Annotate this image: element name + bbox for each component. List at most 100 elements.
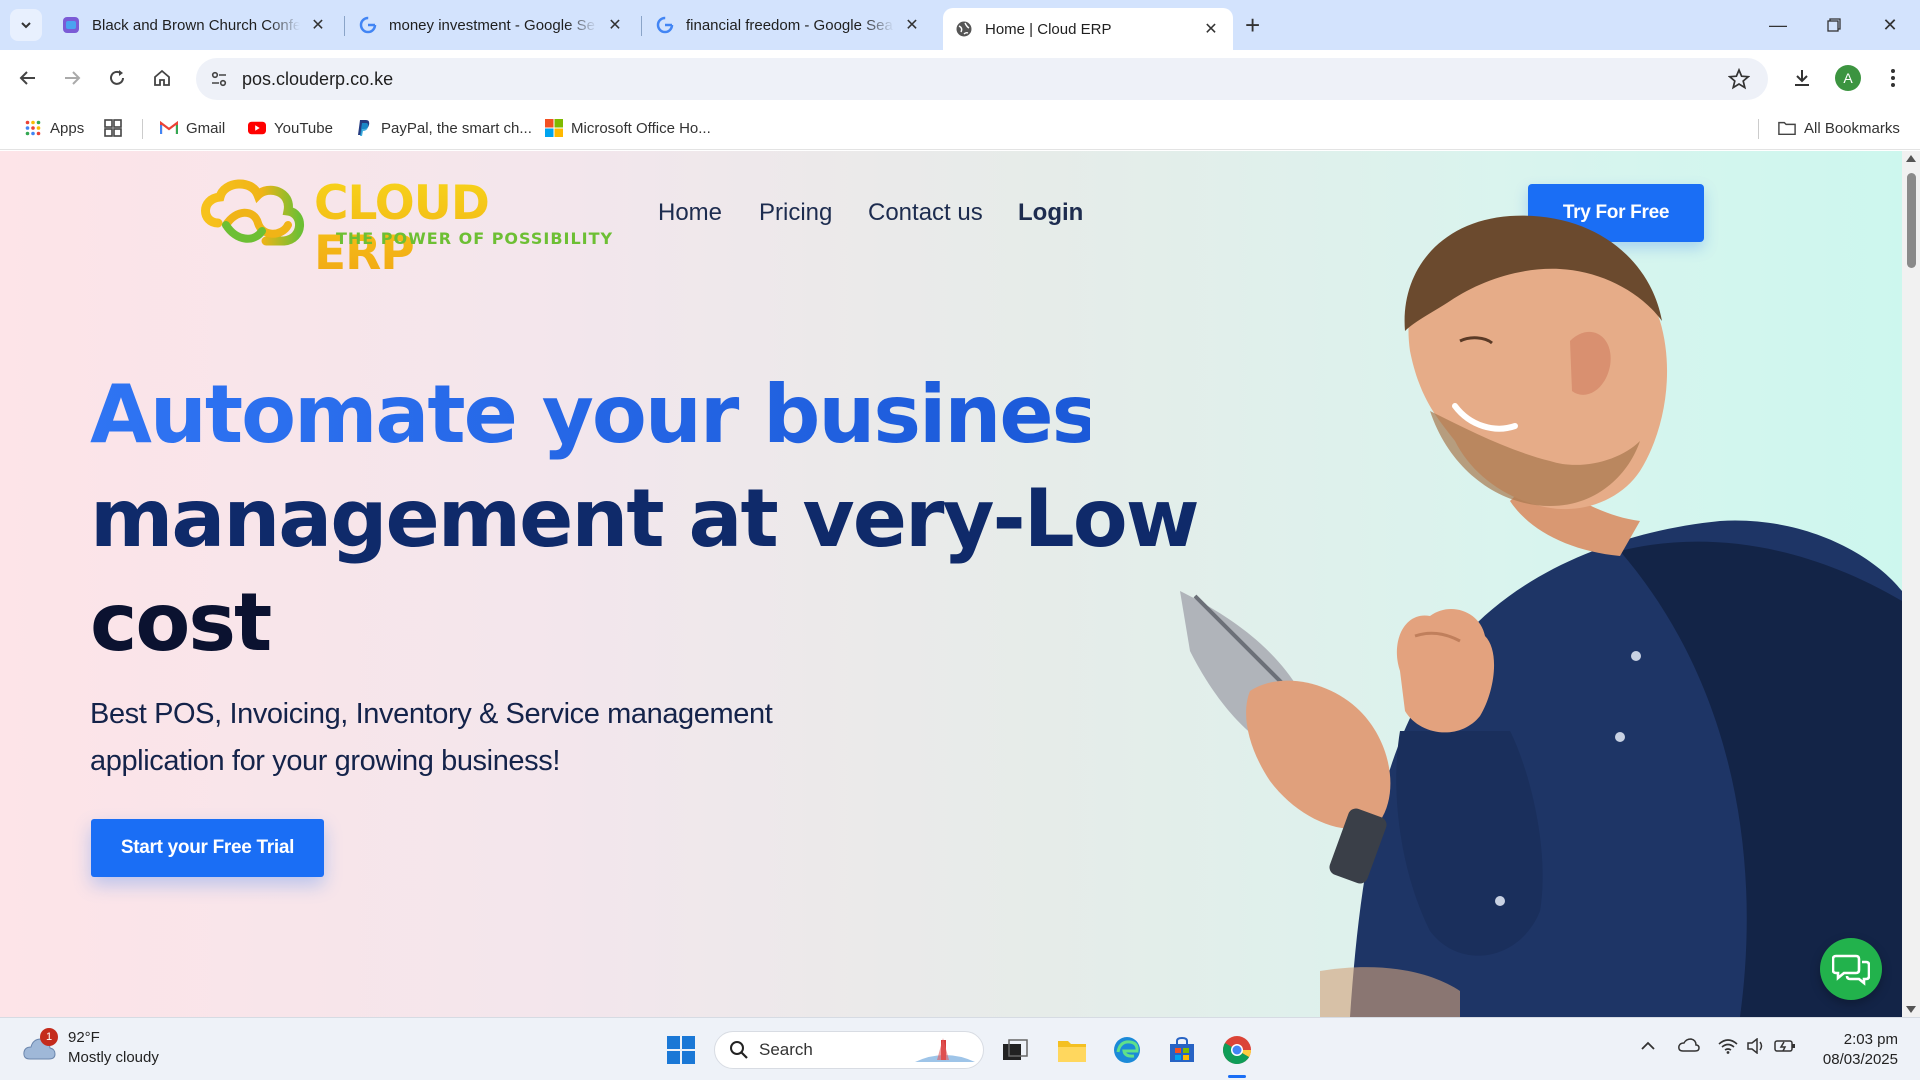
weather-widget[interactable]: 1 92°F Mostly cloudy bbox=[22, 1028, 159, 1068]
bookmark-tab-groups[interactable] bbox=[104, 116, 130, 140]
close-icon: ✕ bbox=[1882, 14, 1898, 35]
apps-grid-icon bbox=[24, 119, 42, 137]
weather-condition: Mostly cloudy bbox=[68, 1049, 159, 1066]
scroll-up-arrow-icon[interactable] bbox=[1906, 155, 1916, 162]
restore-button[interactable] bbox=[1806, 0, 1862, 50]
onedrive-cloud-icon[interactable] bbox=[1678, 1038, 1700, 1055]
cloud-infinity-logo-icon bbox=[201, 179, 304, 246]
close-tab-icon[interactable]: ✕ bbox=[605, 15, 625, 35]
logo-tagline: THE POWER OF POSSIBILITY bbox=[336, 229, 614, 248]
close-tab-icon[interactable]: ✕ bbox=[902, 15, 922, 35]
edge-browser-button[interactable] bbox=[1107, 1030, 1147, 1070]
microsoft-store-button[interactable] bbox=[1162, 1030, 1202, 1070]
tab-separator bbox=[344, 16, 345, 36]
site-info-icon[interactable] bbox=[204, 64, 234, 94]
start-free-trial-button[interactable]: Start your Free Trial bbox=[91, 819, 324, 877]
chat-bubbles-icon bbox=[1832, 954, 1870, 986]
chat-button[interactable] bbox=[1820, 938, 1882, 1000]
wifi-icon[interactable] bbox=[1718, 1038, 1738, 1057]
back-button[interactable] bbox=[10, 60, 46, 96]
more-vertical-icon bbox=[1891, 69, 1895, 87]
bookmark-star-icon[interactable] bbox=[1727, 67, 1751, 95]
browser-tab-active[interactable]: Home | Cloud ERP ✕ bbox=[943, 8, 1233, 50]
minimize-icon: — bbox=[1769, 14, 1787, 35]
hero-man-with-phone-image bbox=[1180, 215, 1902, 1017]
search-icon bbox=[730, 1041, 748, 1059]
browser-tab[interactable]: Black and Brown Church Confer ✕ bbox=[50, 8, 340, 42]
new-tab-button[interactable]: + bbox=[1245, 12, 1260, 38]
bookmark-gmail[interactable]: Gmail bbox=[160, 116, 225, 140]
url-text: pos.clouderp.co.ke bbox=[242, 68, 394, 89]
hero-title-line-3: cost bbox=[90, 576, 272, 669]
address-bar[interactable]: pos.clouderp.co.ke bbox=[196, 58, 1768, 100]
search-highlight-illustration-icon bbox=[915, 1038, 975, 1062]
scroll-down-arrow-icon[interactable] bbox=[1906, 1006, 1916, 1013]
close-tab-icon[interactable]: ✕ bbox=[1201, 19, 1221, 39]
hero-title-line-1: Automate your business bbox=[90, 363, 1145, 467]
windows-taskbar: 1 92°F Mostly cloudy Search 2:03 pm 08/0… bbox=[0, 1017, 1920, 1080]
reload-button[interactable] bbox=[99, 60, 135, 96]
battery-charging-icon[interactable] bbox=[1774, 1038, 1796, 1057]
weather-notification-badge: 1 bbox=[40, 1028, 58, 1046]
google-icon bbox=[656, 16, 674, 34]
browser-tab[interactable]: financial freedom - Google Sea ✕ bbox=[644, 8, 934, 42]
arrow-right-icon bbox=[65, 71, 81, 85]
clock-time: 2:03 pm bbox=[1843, 1031, 1898, 1048]
profile-avatar[interactable]: A bbox=[1835, 65, 1861, 91]
tab-title: Home | Cloud ERP bbox=[985, 20, 1112, 38]
nav-login[interactable]: Login bbox=[1018, 199, 1083, 227]
nav-home[interactable]: Home bbox=[658, 199, 722, 227]
microsoft-icon bbox=[545, 119, 563, 137]
minimize-button[interactable]: — bbox=[1750, 0, 1806, 50]
hero-title: Automate your business management at ver… bbox=[90, 363, 1200, 675]
chrome-icon bbox=[1223, 1036, 1251, 1064]
nav-contact-us[interactable]: Contact us bbox=[868, 199, 983, 227]
show-hidden-icons-chevron-icon[interactable] bbox=[1640, 1038, 1656, 1054]
weather-text: 92°F Mostly cloudy bbox=[68, 1028, 159, 1068]
all-bookmarks-label: All Bookmarks bbox=[1804, 119, 1900, 137]
bookmark-label: PayPal, the smart ch... bbox=[381, 119, 532, 137]
tab-title: Black and Brown Church Confer bbox=[92, 16, 300, 34]
bookmark-apps[interactable]: Apps bbox=[24, 116, 84, 140]
all-bookmarks-button[interactable]: All Bookmarks bbox=[1778, 116, 1900, 140]
home-icon bbox=[154, 69, 170, 86]
bookmarks-bar: Apps Gmail YouTube PayPal, the smart ch.… bbox=[0, 106, 1920, 150]
system-clock[interactable]: 2:03 pm 08/03/2025 bbox=[1812, 1030, 1898, 1070]
task-view-icon bbox=[1003, 1039, 1028, 1060]
nav-pricing[interactable]: Pricing bbox=[759, 199, 832, 227]
task-view-button[interactable] bbox=[995, 1030, 1035, 1070]
tab-title: money investment - Google Se bbox=[389, 16, 595, 34]
clock-date: 08/03/2025 bbox=[1822, 1051, 1898, 1068]
bookmark-paypal[interactable]: PayPal, the smart ch... bbox=[355, 116, 532, 140]
volume-icon[interactable] bbox=[1746, 1037, 1766, 1057]
chrome-button[interactable] bbox=[1217, 1030, 1257, 1070]
page-scrollbar[interactable] bbox=[1902, 151, 1920, 1017]
close-tab-icon[interactable]: ✕ bbox=[308, 15, 328, 35]
store-icon bbox=[1170, 1036, 1194, 1062]
browser-tab[interactable]: money investment - Google Se ✕ bbox=[347, 8, 637, 42]
weather-temperature: 92°F bbox=[68, 1029, 100, 1046]
tab-search-button[interactable] bbox=[10, 9, 42, 41]
start-button[interactable] bbox=[661, 1030, 701, 1070]
forward-button[interactable] bbox=[54, 60, 90, 96]
youtube-icon bbox=[248, 119, 266, 137]
arrow-left-icon bbox=[19, 71, 35, 85]
paypal-icon bbox=[355, 119, 373, 137]
tab-groups-icon bbox=[104, 119, 122, 137]
folder-icon bbox=[1778, 119, 1796, 137]
site-logo[interactable]: CLOUD ERP THE POWER OF POSSIBILITY bbox=[196, 173, 612, 279]
page-viewport: CLOUD ERP THE POWER OF POSSIBILITY Home … bbox=[0, 151, 1902, 1017]
downloads-button[interactable] bbox=[1784, 60, 1820, 96]
hero-title-line-2: management at very-Low bbox=[90, 472, 1200, 565]
home-button[interactable] bbox=[144, 60, 180, 96]
bookmark-youtube[interactable]: YouTube bbox=[248, 116, 333, 140]
bookmark-separator bbox=[142, 119, 143, 139]
close-window-button[interactable]: ✕ bbox=[1862, 0, 1918, 50]
gmail-icon bbox=[160, 119, 178, 137]
file-explorer-button[interactable] bbox=[1052, 1030, 1092, 1070]
taskbar-search-box[interactable]: Search bbox=[714, 1031, 984, 1069]
scrollbar-thumb[interactable] bbox=[1907, 173, 1916, 268]
reload-icon bbox=[110, 70, 124, 85]
bookmark-microsoft-office[interactable]: Microsoft Office Ho... bbox=[545, 116, 711, 140]
browser-menu-button[interactable] bbox=[1875, 60, 1911, 96]
